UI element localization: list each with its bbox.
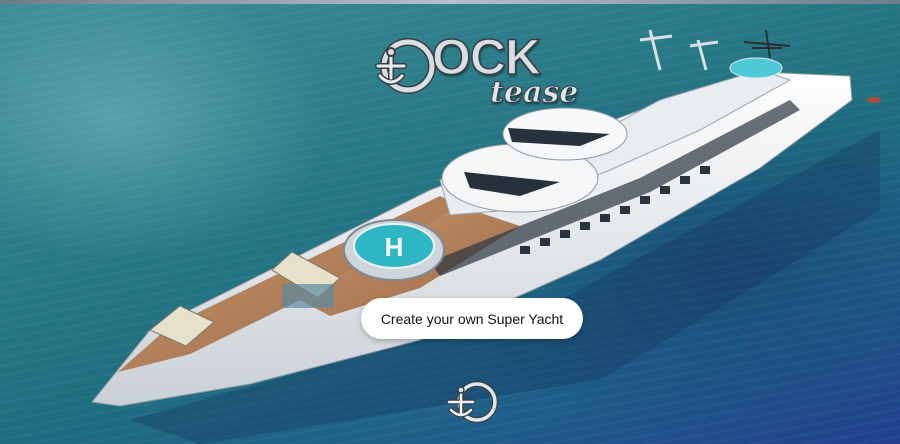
dock-tease-logo: OCK tease [358,30,598,126]
logo-anchor-icon [375,38,436,94]
logo-tagline: tease [489,75,579,110]
svg-text:H: H [385,232,404,262]
hero-background: H OCK tease Create your own Super Yacht [0,0,900,444]
bottom-anchor-icon[interactable] [441,380,503,424]
create-super-yacht-button[interactable]: Create your own Super Yacht [361,298,583,339]
